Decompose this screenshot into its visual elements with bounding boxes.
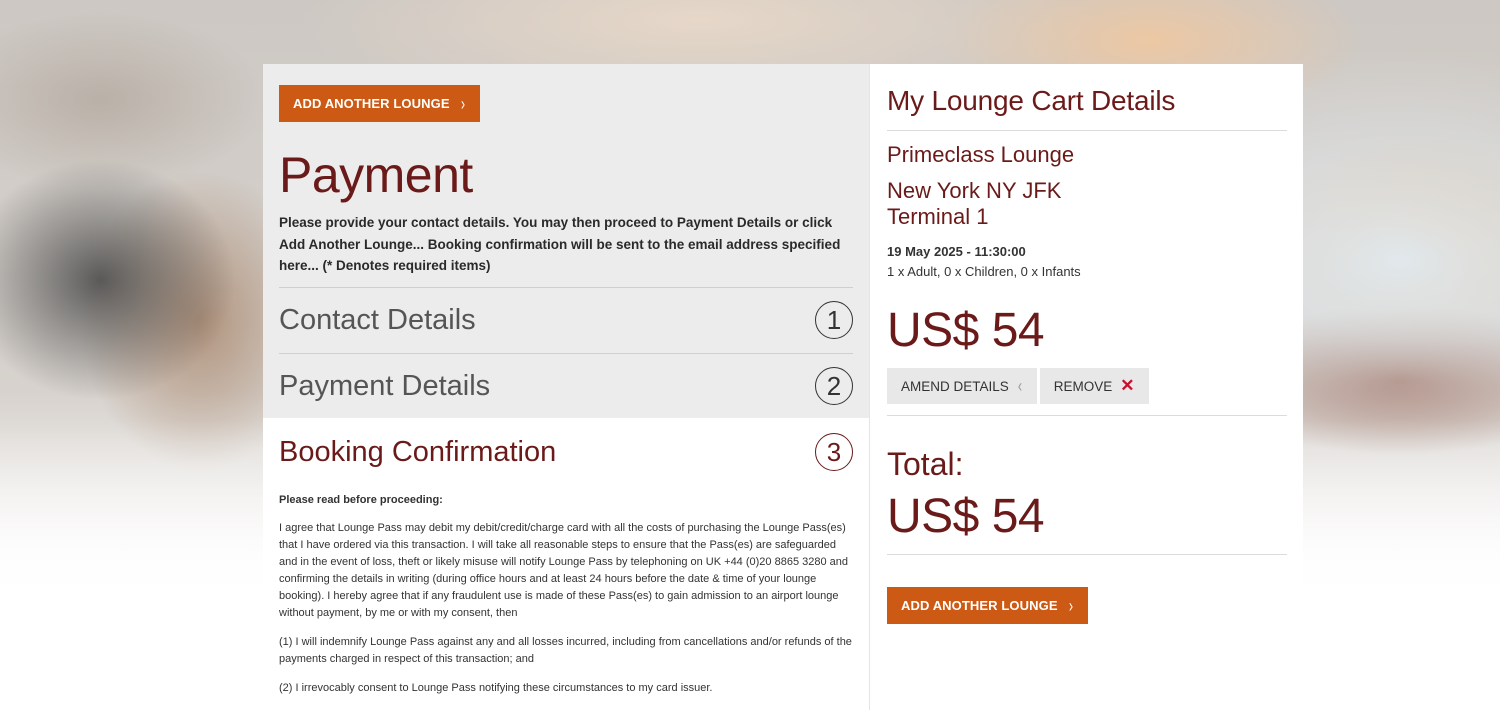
- chevron-left-icon: ‹: [1017, 375, 1022, 396]
- step-title: Payment Details: [279, 369, 491, 402]
- item-price: US$ 54: [887, 304, 1045, 357]
- amend-details-label: AMEND DETAILS: [901, 378, 1009, 394]
- terms-paragraph: (1) I will indemnify Lounge Pass against…: [279, 636, 852, 665]
- payment-section: ADD ANOTHER LOUNGE › Payment Please prov…: [263, 64, 870, 710]
- add-another-lounge-label: ADD ANOTHER LOUNGE: [293, 96, 450, 111]
- step-title: Contact Details: [279, 303, 476, 336]
- chevron-right-icon: ›: [1068, 595, 1073, 616]
- step-booking-confirmation: Booking Confirmation 3 Please read befor…: [263, 418, 869, 710]
- step-title: Booking Confirmation: [279, 435, 557, 468]
- read-before-proceeding-label: Please read before proceeding:: [279, 494, 443, 506]
- cart-item-actions: AMEND DETAILS ‹ REMOVE ✕: [887, 368, 1287, 404]
- passenger-count: 1 x Adult, 0 x Children, 0 x Infants: [887, 264, 1081, 279]
- divider: [887, 130, 1287, 131]
- add-another-lounge-label: ADD ANOTHER LOUNGE: [901, 598, 1058, 613]
- step-contact-details[interactable]: Contact Details 1: [279, 286, 853, 353]
- step-number-badge: 3: [815, 433, 853, 471]
- cart-title: My Lounge Cart Details: [887, 85, 1176, 116]
- page-title: Payment: [279, 147, 473, 203]
- lounge-terminal: Terminal 1: [887, 204, 989, 229]
- booking-confirmation-header[interactable]: Booking Confirmation 3: [279, 432, 853, 472]
- step-number-badge: 2: [815, 367, 853, 405]
- payment-header: ADD ANOTHER LOUNGE › Payment Please prov…: [263, 64, 869, 418]
- divider: [887, 415, 1287, 416]
- step-payment-details[interactable]: Payment Details 2: [279, 352, 853, 419]
- lounge-airport: New York NY JFK: [887, 178, 1062, 203]
- cart-details: My Lounge Cart Details Primeclass Lounge…: [870, 64, 1303, 710]
- chevron-right-icon: ›: [460, 93, 465, 114]
- divider: [887, 554, 1287, 555]
- lounge-name: Primeclass Lounge: [887, 142, 1075, 167]
- add-another-lounge-button-bottom[interactable]: ADD ANOTHER LOUNGE ›: [887, 587, 1088, 624]
- remove-button[interactable]: REMOVE ✕: [1039, 368, 1149, 404]
- terms-paragraph: I agree that Lounge Pass may debit my de…: [279, 522, 848, 619]
- payment-intro-text: Please provide your contact details. You…: [279, 215, 841, 273]
- add-another-lounge-button-top[interactable]: ADD ANOTHER LOUNGE ›: [279, 85, 480, 122]
- checkout-panel: ADD ANOTHER LOUNGE › Payment Please prov…: [263, 64, 1303, 710]
- total-price: US$ 54: [887, 490, 1045, 543]
- amend-details-button[interactable]: AMEND DETAILS ‹: [887, 368, 1037, 404]
- close-icon: ✕: [1120, 376, 1135, 395]
- lounge-location: New York NY JFK Terminal 1: [887, 178, 1287, 230]
- terms-text: I agree that Lounge Pass may debit my de…: [279, 520, 853, 697]
- booking-datetime: 19 May 2025 - 11:30:00: [887, 244, 1026, 259]
- terms-paragraph: (2) I irrevocably consent to Lounge Pass…: [279, 682, 713, 694]
- step-number-badge: 1: [815, 301, 853, 339]
- total-label: Total:: [887, 446, 964, 482]
- remove-label: REMOVE: [1053, 378, 1113, 394]
